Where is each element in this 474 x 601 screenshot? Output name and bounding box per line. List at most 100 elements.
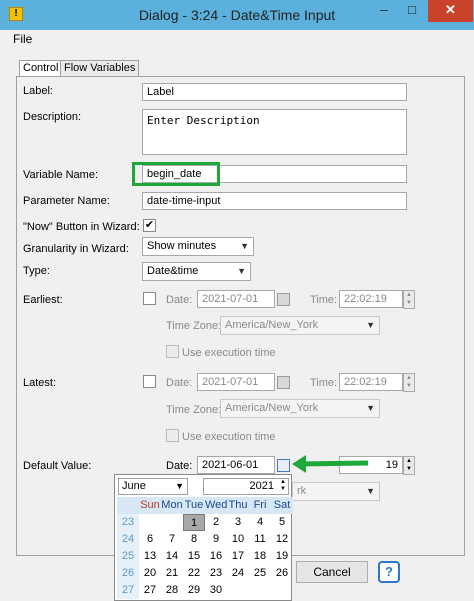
calendar-day[interactable]: 9 [205,531,227,548]
week-number: 23 [117,514,139,531]
calendar-day[interactable]: 18 [249,548,271,565]
chevron-down-icon: ▼ [240,241,249,251]
calendar-day[interactable]: 14 [161,548,183,565]
calendar-day[interactable]: 19 [271,548,293,565]
month-value: June [122,480,146,492]
default-value-label: Default Value: [23,460,92,472]
earliest-time-spinner[interactable]: ▲ ▼ [403,290,415,309]
calendar-day[interactable]: 7 [161,531,183,548]
description-textarea[interactable]: Enter Description [142,109,407,155]
default-date-label: Date: [166,460,193,472]
calendar-day[interactable]: 22 [183,565,205,582]
chevron-down-icon: ▼ [175,481,184,491]
earliest-date-input[interactable]: 2021-07-01 [197,290,275,308]
maximize-button[interactable]: □ [398,0,426,22]
calendar-day[interactable]: 27 [139,582,161,599]
chevron-down-icon: ▼ [237,266,246,276]
calendar-day[interactable]: 6 [139,531,161,548]
cancel-button[interactable]: Cancel [296,561,368,583]
year-value: 2021 [249,480,274,492]
calendar-day[interactable]: 15 [183,548,205,565]
earliest-label: Earliest: [23,294,63,306]
earliest-timezone-value: America/New_York [225,319,319,331]
help-icon[interactable]: ? [378,561,400,583]
variable-name-highlight [132,162,220,186]
calendar-day[interactable]: 11 [249,531,271,548]
tab-flow-variables[interactable]: Flow Variables [60,60,140,76]
year-spinner[interactable]: 2021 ▲ ▼ [203,478,289,495]
calendar-day[interactable]: 4 [249,514,271,531]
close-button[interactable]: ✕ [428,0,473,22]
calendar-day[interactable]: 28 [161,582,183,599]
calendar-day[interactable]: 3 [227,514,249,531]
calendar-icon[interactable] [277,376,290,389]
calendar-icon[interactable] [277,459,290,472]
earliest-exec-time-label: Use execution time [182,347,276,359]
calendar-day[interactable]: 25 [249,565,271,582]
default-date-input[interactable]: 2021-06-01 [197,456,275,474]
earliest-date-label: Date: [166,294,193,306]
parameter-name-input[interactable]: date-time-input [142,192,407,210]
calendar-day[interactable]: 26 [271,565,293,582]
type-label: Type: [23,265,50,277]
day-header: Tue [183,497,205,514]
tab-control[interactable]: Control [19,60,63,77]
default-time-spinner[interactable]: ▲ ▼ [403,456,415,475]
variable-name-label: Variable Name: [23,169,98,181]
day-header: Mon [161,497,183,514]
calendar-day-selected[interactable]: 1 [183,514,205,531]
menu-file[interactable]: File [13,32,32,46]
calendar-day[interactable]: 21 [161,565,183,582]
title-bar: ! Dialog - 3:24 - Date&Time Input – □ ✕ [0,0,474,30]
calendar-day[interactable]: 17 [227,548,249,565]
week-number: 24 [117,531,139,548]
latest-exec-time-checkbox[interactable] [166,429,179,442]
calendar-day[interactable]: 5 [271,514,293,531]
latest-timezone-label: Time Zone: [166,404,222,416]
type-value: Date&time [147,265,199,277]
calendar-day[interactable]: 10 [227,531,249,548]
label-label: Label: [23,85,53,97]
day-header: Thu [227,497,249,514]
earliest-time-input[interactable]: 22:02:19 [339,290,403,308]
latest-time-spinner[interactable]: ▲ ▼ [403,373,415,392]
granularity-value: Show minutes [147,240,217,252]
calendar-day[interactable]: 8 [183,531,205,548]
latest-checkbox[interactable] [143,375,156,388]
latest-timezone-value: America/New_York [225,402,319,414]
earliest-timezone-select[interactable]: America/New_York ▼ [220,316,380,335]
calendar-day[interactable]: 2 [205,514,227,531]
granularity-label: Granularity in Wizard: [23,243,129,255]
parameter-name-label: Parameter Name: [23,195,110,207]
type-select[interactable]: Date&time ▼ [142,262,251,281]
minimize-button[interactable]: – [370,0,398,22]
calendar-day[interactable]: 13 [139,548,161,565]
label-input[interactable]: Label [142,83,407,101]
earliest-checkbox[interactable] [143,292,156,305]
latest-date-input[interactable]: 2021-07-01 [197,373,275,391]
calendar-icon[interactable] [277,293,290,306]
green-arrow-annotation [292,455,369,473]
calendar-day[interactable]: 16 [205,548,227,565]
granularity-select[interactable]: Show minutes ▼ [142,237,254,256]
chevron-down-icon: ▼ [366,403,375,413]
calendar-day[interactable]: 23 [205,565,227,582]
earliest-timezone-label: Time Zone: [166,320,222,332]
year-spinner-arrows: ▲ ▼ [280,479,286,492]
calendar-day[interactable]: 24 [227,565,249,582]
latest-time-label: Time: [310,377,338,389]
day-header: Wed [205,497,227,514]
earliest-exec-time-checkbox[interactable] [166,345,179,358]
now-button-checkbox[interactable]: ✔ [143,219,156,232]
calendar-day[interactable]: 12 [271,531,293,548]
latest-time-input[interactable]: 22:02:19 [339,373,403,391]
default-timezone-select[interactable]: rk ▼ [292,482,380,501]
calendar-day[interactable]: 29 [183,582,205,599]
week-number: 25 [117,548,139,565]
latest-timezone-select[interactable]: America/New_York ▼ [220,399,380,418]
latest-date-label: Date: [166,377,193,389]
calendar-day[interactable]: 20 [139,565,161,582]
latest-exec-time-label: Use execution time [182,431,276,443]
month-select[interactable]: June ▼ [118,478,188,495]
calendar-day[interactable]: 30 [205,582,227,599]
